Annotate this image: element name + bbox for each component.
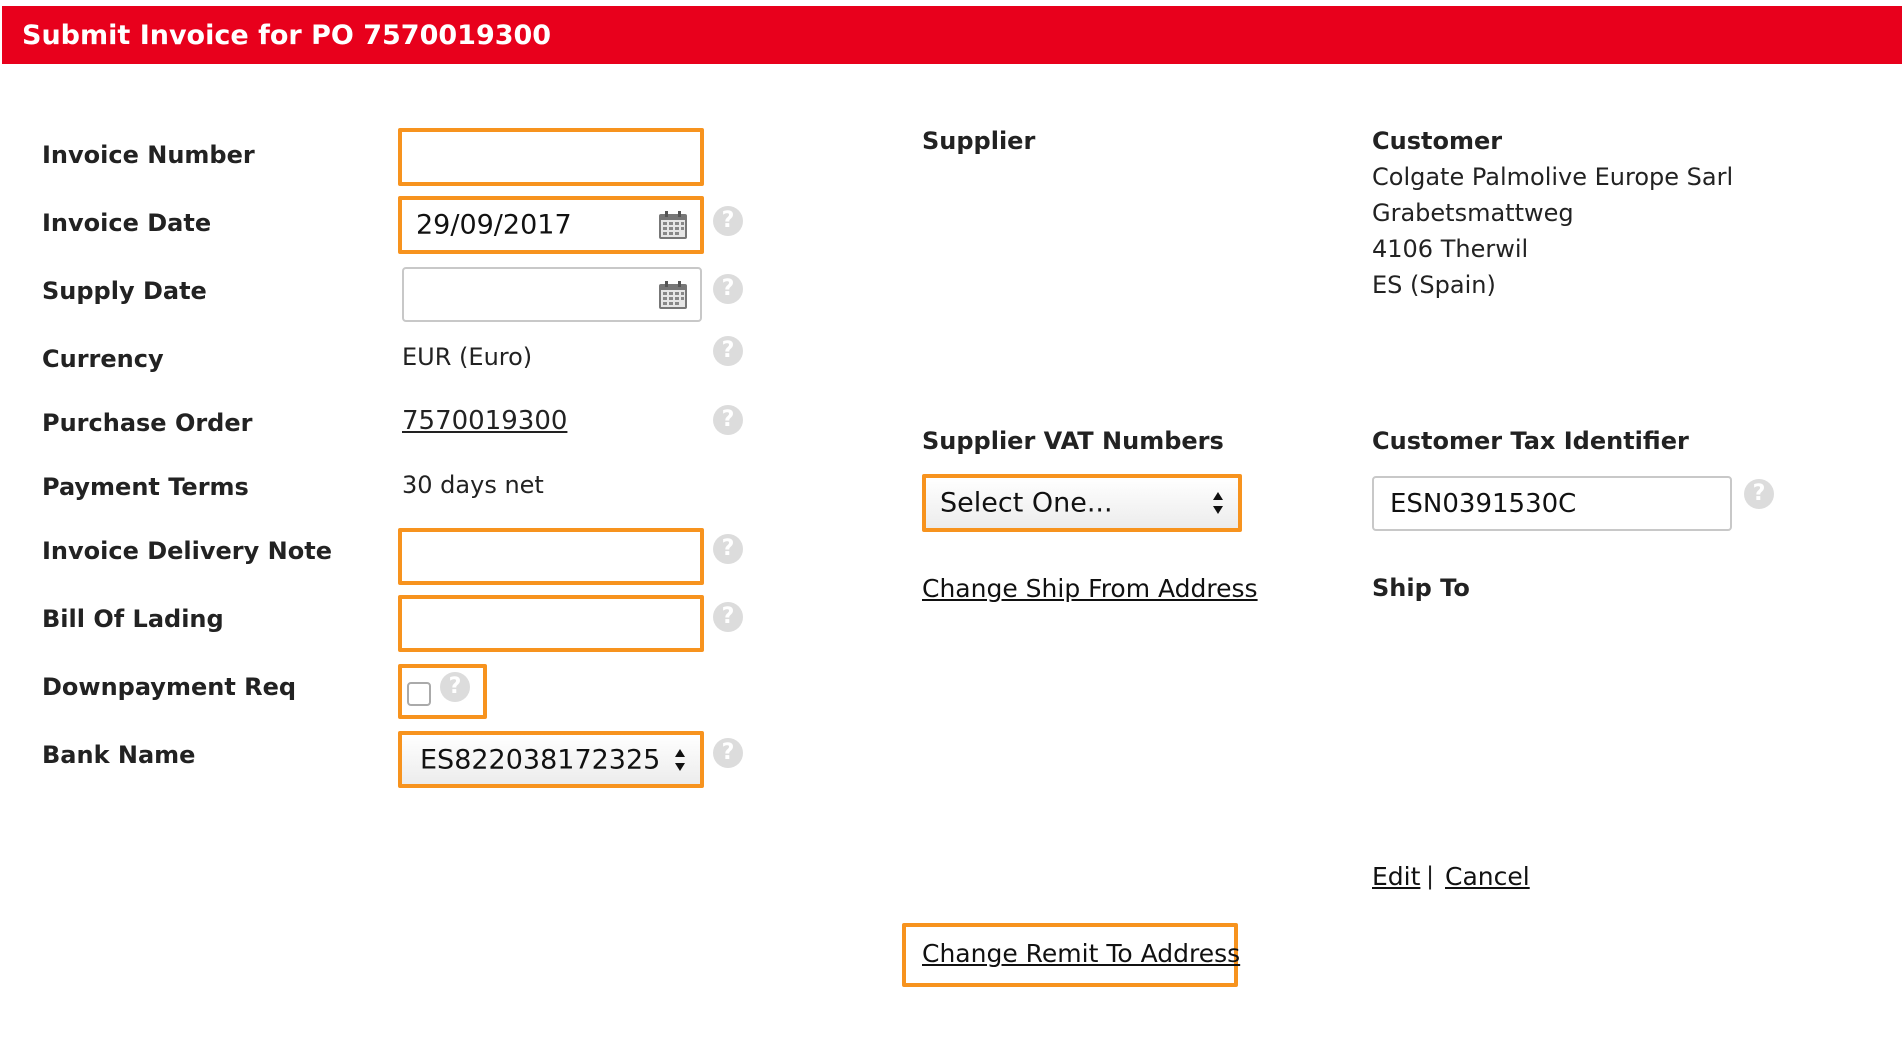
payment-terms-value: 30 days net bbox=[402, 471, 544, 499]
invoice-date-input[interactable]: 29/09/2017 bbox=[398, 196, 704, 254]
bank-name-value: ES8220381723256 bbox=[420, 744, 660, 775]
customer-tax-heading: Customer Tax Identifier bbox=[1372, 427, 1689, 455]
edit-link[interactable]: Edit bbox=[1372, 862, 1420, 891]
bill-of-lading-help-icon[interactable]: ? bbox=[713, 602, 743, 632]
calendar-icon[interactable] bbox=[658, 280, 688, 310]
select-arrows-icon bbox=[1213, 492, 1223, 514]
invoice-delivery-note-label: Invoice Delivery Note bbox=[42, 537, 332, 565]
invoice-date-value: 29/09/2017 bbox=[416, 209, 572, 241]
link-separator: | bbox=[1426, 862, 1435, 890]
customer-tax-value: ESN0391530C bbox=[1390, 488, 1577, 519]
downpayment-req-help-icon[interactable]: ? bbox=[440, 672, 470, 702]
calendar-icon[interactable] bbox=[658, 210, 688, 240]
invoice-delivery-note-help-icon[interactable]: ? bbox=[713, 534, 743, 564]
supplier-vat-select-value: Select One... bbox=[940, 487, 1113, 519]
currency-label: Currency bbox=[42, 345, 164, 373]
invoice-number-label: Invoice Number bbox=[42, 141, 255, 169]
ship-to-heading: Ship To bbox=[1372, 574, 1470, 602]
supply-date-label: Supply Date bbox=[42, 277, 207, 305]
currency-value: EUR (Euro) bbox=[402, 343, 533, 371]
payment-terms-label: Payment Terms bbox=[42, 473, 249, 501]
downpayment-req-label: Downpayment Req bbox=[42, 673, 297, 701]
customer-address-line: Grabetsmattweg bbox=[1372, 199, 1574, 227]
change-remit-to-box: Change Remit To Address bbox=[902, 923, 1240, 987]
supply-date-input[interactable] bbox=[402, 267, 702, 322]
bill-of-lading-input[interactable] bbox=[398, 595, 704, 652]
supplier-heading: Supplier bbox=[922, 127, 1036, 155]
purchase-order-label: Purchase Order bbox=[42, 409, 253, 437]
page-header: Submit Invoice for PO 7570019300 bbox=[2, 6, 1902, 64]
bill-of-lading-label: Bill Of Lading bbox=[42, 605, 224, 633]
select-arrows-icon bbox=[675, 748, 685, 771]
downpayment-req-checkbox[interactable] bbox=[407, 682, 431, 706]
invoice-delivery-note-input[interactable] bbox=[398, 528, 704, 585]
customer-tax-input[interactable]: ESN0391530C bbox=[1372, 476, 1732, 531]
customer-address-line: Colgate Palmolive Europe Sarl bbox=[1372, 163, 1734, 191]
downpayment-req-box: ? bbox=[398, 664, 487, 719]
bank-name-label: Bank Name bbox=[42, 741, 196, 769]
purchase-order-link[interactable]: 7570019300 bbox=[402, 406, 567, 436]
bank-name-help-icon[interactable]: ? bbox=[713, 738, 743, 768]
customer-tax-help-icon[interactable]: ? bbox=[1744, 479, 1774, 509]
customer-address-line: ES (Spain) bbox=[1372, 271, 1496, 299]
bank-name-select[interactable]: ES8220381723256 bbox=[398, 731, 704, 788]
invoice-number-input[interactable] bbox=[398, 128, 704, 186]
supplier-vat-select[interactable]: Select One... bbox=[922, 474, 1242, 532]
cancel-link[interactable]: Cancel bbox=[1445, 862, 1530, 891]
page-title: Submit Invoice for PO 7570019300 bbox=[22, 20, 552, 51]
currency-help-icon[interactable]: ? bbox=[713, 336, 743, 366]
supply-date-help-icon[interactable]: ? bbox=[713, 274, 743, 304]
change-ship-from-link[interactable]: Change Ship From Address bbox=[922, 574, 1258, 603]
purchase-order-help-icon[interactable]: ? bbox=[713, 405, 743, 435]
supplier-vat-heading: Supplier VAT Numbers bbox=[922, 427, 1224, 455]
invoice-date-help-icon[interactable]: ? bbox=[713, 206, 743, 236]
invoice-date-label: Invoice Date bbox=[42, 209, 212, 237]
change-remit-to-link[interactable]: Change Remit To Address bbox=[922, 939, 1240, 968]
customer-heading: Customer bbox=[1372, 127, 1503, 155]
customer-address-line: 4106 Therwil bbox=[1372, 235, 1529, 263]
